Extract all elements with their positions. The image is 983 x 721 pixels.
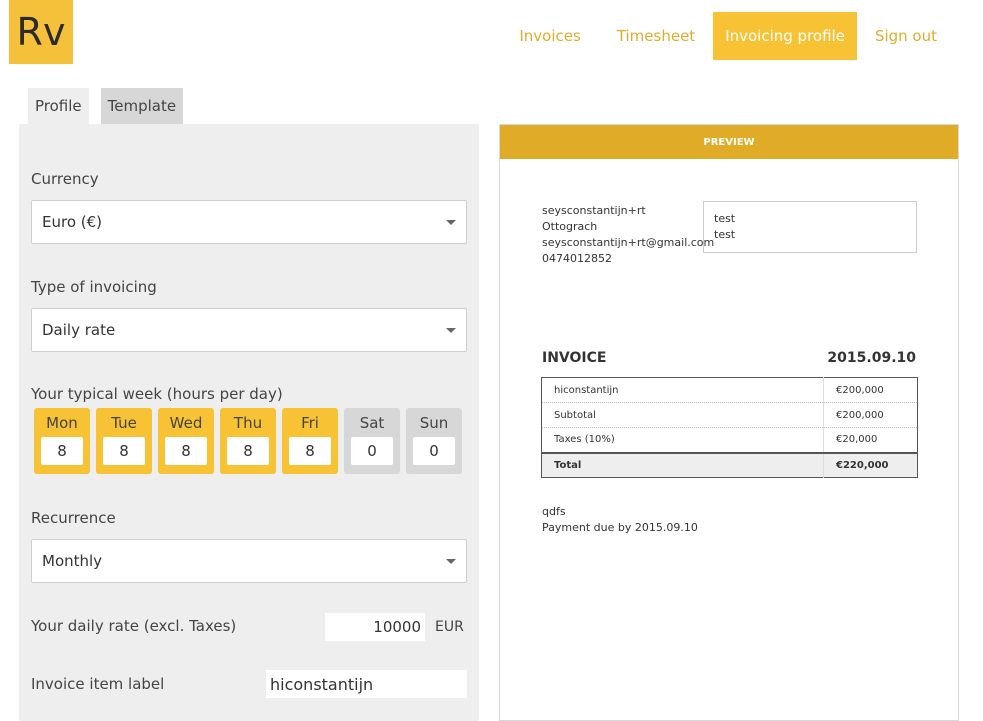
invoice-date: 2015.09.10 (827, 350, 916, 366)
row-label: Subtotal (541, 402, 824, 428)
recipient-line: test (714, 228, 736, 241)
day-name: Mon (46, 414, 78, 432)
recurrence-value: Monthly (42, 552, 103, 570)
recurrence-label: Recurrence (31, 509, 116, 527)
day-thu[interactable]: Thu 8 (220, 408, 276, 474)
rate-unit: EUR (435, 619, 464, 635)
currency-label: Currency (31, 170, 99, 188)
day-mon[interactable]: Mon 8 (34, 408, 90, 474)
nav-sign-out[interactable]: Sign out (857, 12, 955, 60)
day-hours-input[interactable]: 8 (103, 437, 145, 465)
profile-tabs: Profile Template (28, 88, 184, 124)
currency-value: Euro (€) (42, 213, 103, 231)
day-hours-input[interactable]: 8 (227, 437, 269, 465)
invoice-table: hiconstantijn €200,000 Subtotal €200,000… (541, 377, 918, 478)
row-amount: €200,000 (823, 402, 918, 428)
sender-city: Ottograch (542, 220, 598, 233)
table-row: Taxes (10%) €20,000 (541, 427, 918, 453)
day-hours-input[interactable]: 8 (41, 437, 83, 465)
row-amount: €20,000 (823, 427, 918, 453)
day-tue[interactable]: Tue 8 (96, 408, 152, 474)
profile-form: Currency Euro (€) Type of invoicing Dail… (19, 124, 479, 721)
app-logo[interactable]: Rv (9, 0, 73, 64)
total-amount: €220,000 (823, 451, 918, 478)
preview-header: PREVIEW (500, 125, 958, 159)
day-name: Thu (233, 414, 263, 432)
day-hours-input[interactable]: 0 (413, 437, 455, 465)
table-row: hiconstantijn €200,000 (541, 377, 918, 403)
total-row: Total €220,000 (541, 451, 918, 478)
day-fri[interactable]: Fri 8 (282, 408, 338, 474)
sender-email: seysconstantijn+rt@gmail.com (542, 236, 715, 249)
tab-profile[interactable]: Profile (28, 88, 89, 124)
chevron-down-icon (446, 559, 456, 564)
day-name: Tue (111, 414, 137, 432)
daily-rate-label: Your daily rate (excl. Taxes) (31, 617, 237, 635)
chevron-down-icon (446, 220, 456, 225)
day-name: Sat (359, 414, 385, 432)
nav-timesheet[interactable]: Timesheet (599, 12, 713, 60)
row-amount: €200,000 (823, 377, 918, 403)
day-hours-input[interactable]: 8 (289, 437, 331, 465)
day-hours-input[interactable]: 0 (351, 437, 393, 465)
week-label: Your typical week (hours per day) (31, 385, 283, 403)
day-wed[interactable]: Wed 8 (158, 408, 214, 474)
nav-invoicing-profile[interactable]: Invoicing profile (713, 12, 857, 60)
main-nav: Invoices Timesheet Invoicing profile Sig… (501, 12, 955, 60)
item-label-label: Invoice item label (31, 675, 165, 693)
recipient-line: test (714, 212, 736, 225)
day-sun[interactable]: Sun 0 (406, 408, 462, 474)
table-row: Subtotal €200,000 (541, 402, 918, 428)
invoicing-type-label: Type of invoicing (31, 278, 157, 296)
sender-block: seysconstantijn+rt Ottograch seysconstan… (542, 203, 714, 267)
chevron-down-icon (446, 328, 456, 333)
recipient-box: test test (703, 201, 917, 253)
invoicing-type-value: Daily rate (42, 321, 116, 339)
typical-week: Mon 8 Tue 8 Wed 8 Thu 8 Fri 8 Sat 0 Sun … (34, 408, 468, 474)
day-name: Wed (169, 414, 203, 432)
recurrence-select[interactable]: Monthly (31, 539, 467, 583)
total-label: Total (541, 451, 824, 478)
currency-select[interactable]: Euro (€) (31, 200, 467, 244)
tab-template[interactable]: Template (100, 88, 184, 124)
row-label: Taxes (10%) (541, 427, 824, 453)
invoice-notes: qdfs Payment due by 2015.09.10 (542, 504, 698, 536)
invoicing-type-select[interactable]: Daily rate (31, 308, 467, 352)
item-label-input[interactable]: hiconstantijn (266, 670, 467, 698)
day-hours-input[interactable]: 8 (165, 437, 207, 465)
nav-invoices[interactable]: Invoices (501, 12, 598, 60)
day-name: Sun (419, 414, 449, 432)
row-label: hiconstantijn (541, 377, 824, 403)
sender-name: seysconstantijn+rt (542, 204, 646, 217)
invoice-title: INVOICE (542, 350, 607, 366)
daily-rate-input[interactable]: 10000 (325, 613, 425, 641)
day-sat[interactable]: Sat 0 (344, 408, 400, 474)
invoice-note: qdfs (542, 505, 566, 518)
sender-phone: 0474012852 (542, 252, 612, 265)
payment-due: Payment due by 2015.09.10 (542, 521, 698, 534)
invoice-preview: PREVIEW seysconstantijn+rt Ottograch sey… (499, 124, 959, 721)
day-name: Fri (301, 414, 319, 432)
